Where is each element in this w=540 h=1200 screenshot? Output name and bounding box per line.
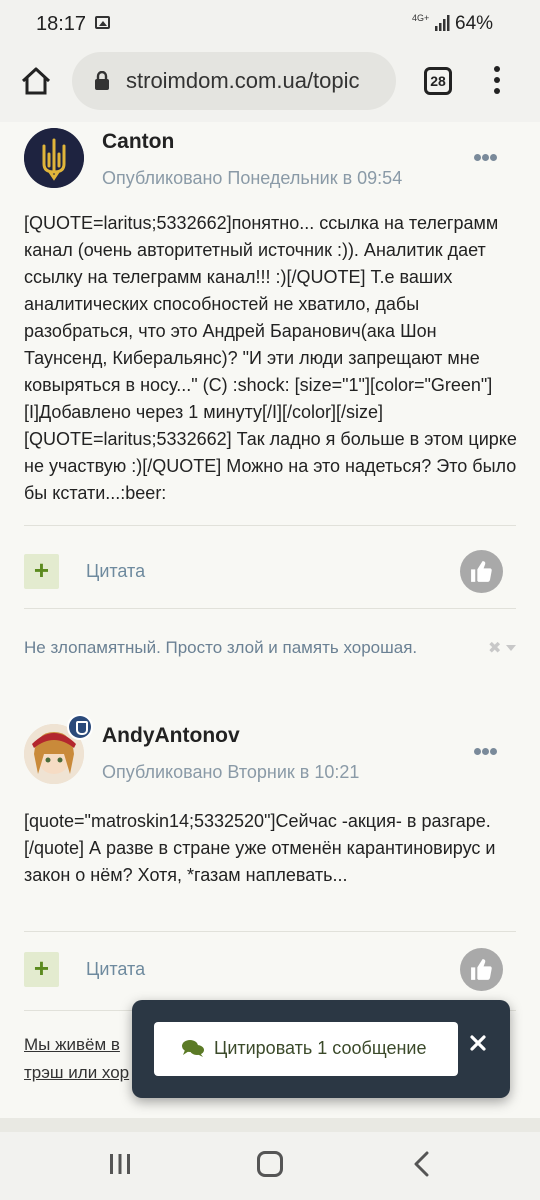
- post-author[interactable]: Canton: [102, 130, 174, 154]
- network-type: 4G+: [412, 13, 430, 23]
- system-navigation-bar: [0, 1132, 540, 1200]
- topic-content: Canton Опубликовано Понедельник в 09:54 …: [0, 122, 540, 1132]
- tab-switcher-button[interactable]: 28: [424, 67, 452, 95]
- signature-link-line-1[interactable]: Мы живём в: [24, 1031, 120, 1059]
- home-button-icon[interactable]: [257, 1151, 283, 1177]
- post-body: [quote="matroskin14;5332520"]Сейчас -акц…: [24, 811, 496, 885]
- close-icon[interactable]: [470, 1035, 486, 1051]
- browser-menu-icon[interactable]: [492, 66, 502, 98]
- post-options-icon[interactable]: [474, 148, 500, 161]
- quote-messages-button[interactable]: Цитировать 1 сообщение: [154, 1022, 458, 1076]
- post-signature: Не злопамятный. Просто злой и память хор…: [24, 638, 418, 657]
- url-text: stroimdom.com.ua/topic: [126, 68, 360, 93]
- plus-button[interactable]: +: [24, 952, 59, 987]
- address-bar[interactable]: stroimdom.com.ua/topic: [72, 52, 396, 110]
- moderator-badge: [67, 714, 93, 740]
- comments-icon: [182, 1040, 204, 1057]
- plus-button[interactable]: +: [24, 554, 59, 589]
- quote-button[interactable]: Цитата: [86, 959, 145, 980]
- gallery-notification-icon: [95, 16, 110, 29]
- post-body: [QUOTE=laritus;5332662]понятно... ссылка…: [24, 213, 517, 503]
- post-date[interactable]: Опубликовано Понедельник в 09:54: [102, 168, 402, 189]
- recent-apps-icon[interactable]: [108, 1152, 132, 1176]
- trident-icon: [24, 128, 84, 188]
- thumbs-up-icon: [471, 561, 492, 582]
- back-icon[interactable]: [412, 1151, 430, 1177]
- post-author[interactable]: AndyAntonov: [102, 724, 240, 748]
- avatar[interactable]: [24, 128, 84, 188]
- post-date[interactable]: Опубликовано Вторник в 10:21: [102, 762, 359, 783]
- quote-messages-label: Цитировать 1 сообщение: [214, 1038, 427, 1058]
- browser-toolbar: stroimdom.com.ua/topic 28: [0, 50, 540, 122]
- status-bar: 18:17 4G+ 64%: [0, 0, 540, 50]
- lock-icon: [95, 71, 109, 90]
- post-options-icon[interactable]: [474, 742, 500, 755]
- thumbs-up-icon: [471, 959, 492, 980]
- chevron-down-icon[interactable]: [506, 645, 516, 651]
- status-time: 18:17: [36, 13, 87, 35]
- like-button[interactable]: [460, 948, 503, 991]
- signature-link-line-2[interactable]: трэш или хор: [24, 1059, 129, 1087]
- close-icon[interactable]: ✖: [488, 638, 501, 658]
- multiquote-popup: Цитировать 1 сообщение: [132, 1000, 510, 1098]
- battery-level: 64%: [455, 13, 494, 34]
- signal-icon: [435, 15, 450, 31]
- like-button[interactable]: [460, 550, 503, 593]
- divider: [24, 931, 516, 932]
- home-icon[interactable]: [20, 65, 52, 97]
- quote-button[interactable]: Цитата: [86, 561, 145, 582]
- divider: [24, 608, 516, 609]
- screen: 18:17 4G+ 64% stroimdom.com.ua/topic 28: [0, 0, 540, 1200]
- divider: [24, 525, 516, 526]
